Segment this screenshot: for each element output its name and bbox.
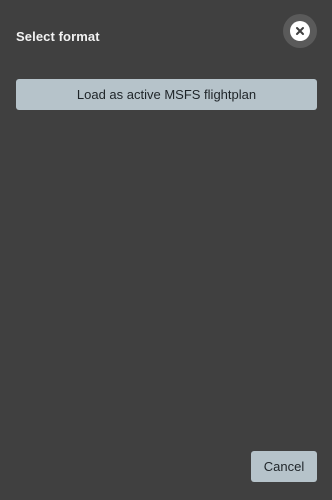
close-button[interactable] — [283, 14, 317, 48]
dialog-title: Select format — [16, 29, 100, 44]
select-format-dialog: Select format Load as active MSFS flight… — [0, 0, 332, 500]
close-icon — [290, 21, 310, 41]
load-as-active-flightplan-button[interactable]: Load as active MSFS flightplan — [16, 79, 317, 110]
cancel-button[interactable]: Cancel — [251, 451, 317, 482]
